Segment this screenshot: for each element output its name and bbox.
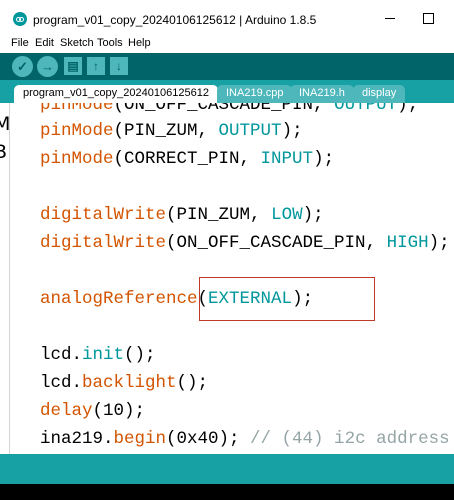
tab-bar: program_v01_copy_20240106125612 INA219.c… <box>0 80 454 103</box>
menu-tools[interactable]: Tools <box>97 37 123 49</box>
left-pane: M B <box>0 103 9 454</box>
toolbar: ✓ → ▤ ↑ ↓ <box>0 53 454 80</box>
new-button[interactable]: ▤ <box>64 57 82 75</box>
tab-ina219-h[interactable]: INA219.h <box>290 85 354 103</box>
code-line: delay(10); <box>40 401 146 421</box>
left-pane-char: M <box>0 113 9 135</box>
tab-display[interactable]: display <box>353 85 406 103</box>
code-line: lcd.init(); <box>40 345 156 365</box>
console-output <box>0 484 454 500</box>
open-button[interactable]: ↑ <box>87 57 105 75</box>
code-line: digitalWrite(PIN_ZUM, LOW); <box>40 205 324 225</box>
code-line: pinMode(CORRECT_PIN, INPUT); <box>40 149 335 169</box>
menu-help[interactable]: Help <box>128 37 151 49</box>
menu-bar: File Edit Sketch Tools Help <box>0 36 454 53</box>
file-icon: ▤ <box>67 59 79 73</box>
code-line: lcd.backlight(); <box>40 373 209 393</box>
window-title: program_v01_copy_20240106125612 | Arduin… <box>33 13 317 27</box>
checkmark-icon: ✓ <box>17 59 28 74</box>
arrow-up-icon: ↑ <box>93 59 99 73</box>
arrow-right-icon: → <box>41 59 54 74</box>
arduino-logo-icon <box>13 12 27 26</box>
save-button[interactable]: ↓ <box>110 57 128 75</box>
verify-button[interactable]: ✓ <box>12 56 33 77</box>
status-bar <box>0 454 454 484</box>
menu-edit[interactable]: Edit <box>35 37 54 49</box>
upload-button[interactable]: → <box>37 56 58 77</box>
arrow-down-icon: ↓ <box>116 59 122 73</box>
code-line: pinMode(PIN_ZUM, OUTPUT); <box>40 121 303 141</box>
code-line: ina219.begin(0x40); // (44) i2c address <box>40 429 450 449</box>
code-line: digitalWrite(ON_OFF_CASCADE_PIN, HIGH); <box>40 233 450 253</box>
menu-sketch[interactable]: Sketch <box>60 37 94 49</box>
minimize-icon[interactable] <box>382 10 398 26</box>
left-pane-char: B <box>0 141 8 163</box>
highlight-annotation <box>199 277 375 321</box>
maximize-icon[interactable] <box>420 10 436 26</box>
menu-file[interactable]: File <box>11 37 29 49</box>
title-bar: program_v01_copy_20240106125612 | Arduin… <box>0 0 454 36</box>
code-line: pinMode(ON_OFF_CASCADE_PIN, OUTPUT); <box>40 103 419 115</box>
tab-program[interactable]: program_v01_copy_20240106125612 <box>14 85 218 103</box>
tab-ina219-cpp[interactable]: INA219.cpp <box>217 85 293 103</box>
